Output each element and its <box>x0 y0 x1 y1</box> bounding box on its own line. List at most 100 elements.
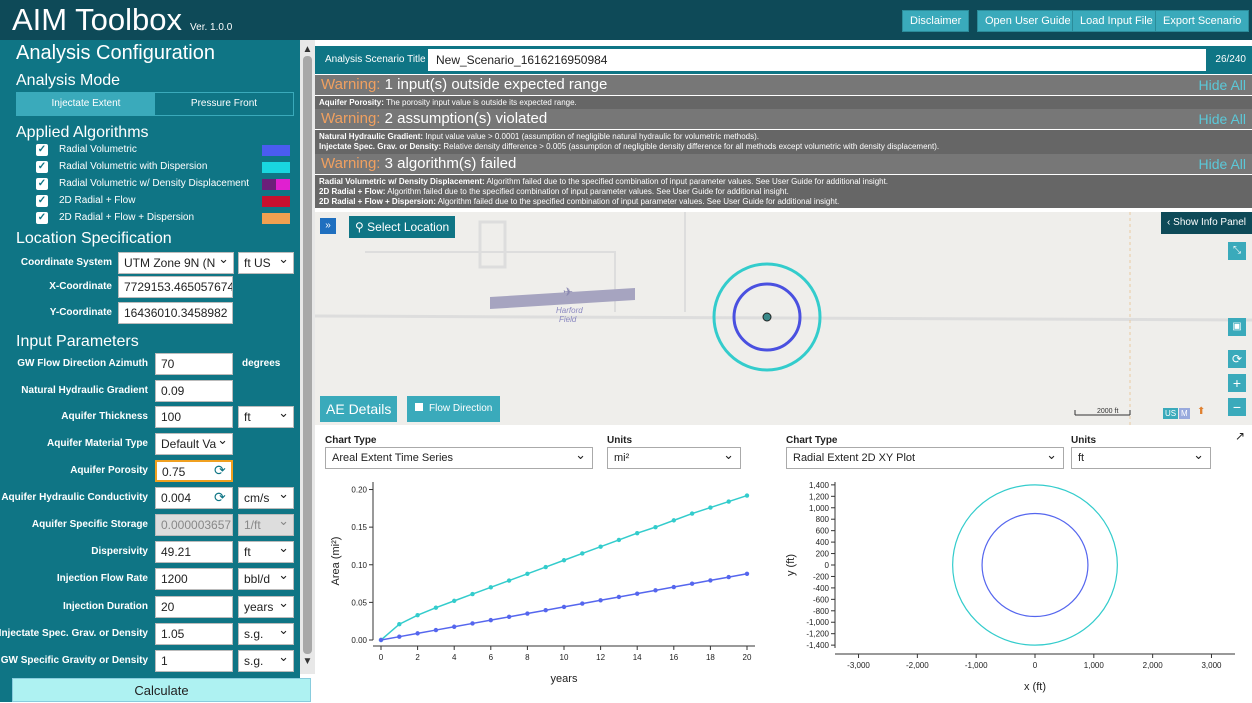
warning-bar: Warning: 3 algorithm(s) failed Hide All <box>315 154 1252 174</box>
map-canvas[interactable]: ✈ Harford Field <box>315 212 1252 425</box>
hide-all-button[interactable]: Hide All <box>1199 154 1246 174</box>
color-swatch[interactable] <box>262 196 290 207</box>
show-info-label: Show Info Panel <box>1173 217 1246 228</box>
y-coordinate-input[interactable]: 16436010.3458982 <box>118 302 233 324</box>
hide-all-button[interactable]: Hide All <box>1199 109 1246 129</box>
unit-m-button[interactable]: M <box>1179 408 1190 419</box>
dispersivity-unit-select[interactable]: ft <box>238 541 294 563</box>
sidebar-scrollbar[interactable]: ▲ ▼ <box>300 40 315 674</box>
checkbox-checked-icon[interactable]: ✓ <box>36 144 48 156</box>
field-label: GW Flow Direction Azimuth <box>17 358 148 369</box>
refresh-icon[interactable]: ⟳ <box>214 462 226 479</box>
algorithm-item[interactable]: ✓ Radial Volumetric <box>36 144 296 158</box>
injectate-density-input[interactable]: 1.05 <box>155 623 233 645</box>
param-row: Natural Hydraulic Gradient 0.09 <box>0 380 300 402</box>
scrollbar-thumb[interactable] <box>303 56 312 654</box>
units-select[interactable]: ft <box>1071 445 1211 469</box>
hide-all-button[interactable]: Hide All <box>1199 75 1246 95</box>
mode-pressure-front[interactable]: Pressure Front <box>155 93 293 115</box>
color-swatch[interactable] <box>262 145 290 156</box>
gw-flow-direction-input[interactable]: 70 <box>155 353 233 375</box>
data-point <box>561 558 567 563</box>
checkbox-checked-icon[interactable]: ✓ <box>36 161 48 173</box>
duration-unit-select[interactable]: years <box>238 596 294 618</box>
calculate-button[interactable]: Calculate <box>12 678 311 702</box>
gw-density-input[interactable]: 1 <box>155 650 233 672</box>
algorithm-item[interactable]: ✓ Radial Volumetric w/ Density Displaceme… <box>36 178 296 192</box>
zoom-out-icon[interactable]: − <box>1228 398 1246 416</box>
x-tick-label: 20 <box>743 653 752 662</box>
data-point <box>397 622 402 627</box>
aquifer-thickness-input[interactable]: 100 <box>155 406 233 428</box>
zoom-in-icon[interactable]: + <box>1228 374 1246 392</box>
field-label: Dispersivity <box>91 546 148 557</box>
injectate-density-unit-select[interactable]: s.g. <box>238 623 294 645</box>
dispersivity-input[interactable]: 49.21 <box>155 541 233 563</box>
coord-unit-select[interactable]: ft US <box>238 252 294 274</box>
specific-storage-input: 0.000003657 <box>155 514 233 536</box>
units-select[interactable]: mi² <box>607 445 741 469</box>
disclaimer-button[interactable]: Disclaimer <box>902 10 970 32</box>
y-coordinate-row: Y-Coordinate 16436010.3458982 <box>0 302 300 324</box>
expand-panel-button[interactable]: » <box>320 218 336 234</box>
y-tick-label: 200 <box>816 550 830 559</box>
algorithm-item[interactable]: ✓ 2D Radial + Flow + Dispersion <box>36 212 296 226</box>
checkbox-checked-icon[interactable]: ✓ <box>36 178 48 190</box>
warning-prefix: Warning: <box>321 155 381 172</box>
thickness-unit-select[interactable]: ft <box>238 406 294 428</box>
compass-icon[interactable]: ⬆ <box>1197 406 1205 417</box>
hydraulic-gradient-input[interactable]: 0.09 <box>155 380 233 402</box>
checkbox-icon[interactable] <box>415 403 423 411</box>
injection-flow-rate-input[interactable]: 1200 <box>155 568 233 590</box>
data-point <box>671 518 676 523</box>
conductivity-unit-select[interactable]: cm/s <box>238 487 294 509</box>
coord-system-select[interactable]: UTM Zone 9N (N <box>118 252 234 274</box>
mode-injectate-extent[interactable]: Injectate Extent <box>17 93 155 115</box>
data-point <box>653 524 658 530</box>
x-coordinate-input[interactable]: 7729153.465057674 <box>118 276 233 298</box>
show-info-panel-button[interactable]: ‹ Show Info Panel <box>1161 212 1252 234</box>
flow-direction-toggle[interactable]: Flow Direction <box>407 396 501 422</box>
y-tick-label: -800 <box>813 607 830 616</box>
scenario-title-input[interactable]: New_Scenario_1616216950984 <box>428 49 1206 71</box>
injection-duration-input[interactable]: 20 <box>155 596 233 618</box>
param-row: Injectate Spec. Grav. or Density 1.05 s.g. <box>0 623 300 645</box>
refresh-icon[interactable]: ⟳ <box>214 489 226 506</box>
gw-density-unit-select[interactable]: s.g. <box>238 650 294 672</box>
chart-type-select[interactable]: Areal Extent Time Series <box>325 445 593 469</box>
data-point <box>397 634 402 639</box>
flow-rate-unit-select[interactable]: bbl/d <box>238 568 294 590</box>
color-swatch[interactable] <box>262 162 290 173</box>
export-scenario-button[interactable]: Export Scenario <box>1155 10 1250 32</box>
select-location-button[interactable]: ⚲ Select Location <box>349 216 456 238</box>
ae-details-button[interactable]: AE Details <box>320 396 398 422</box>
color-swatch[interactable] <box>262 213 290 224</box>
y-axis-label: Area (mi²) <box>330 537 342 586</box>
reset-view-icon[interactable]: ⟳ <box>1228 350 1246 368</box>
color-swatch[interactable] <box>262 179 290 190</box>
basemap-icon[interactable]: ▣ <box>1228 318 1246 336</box>
chart-type-select[interactable]: Radial Extent 2D XY Plot <box>786 445 1064 469</box>
expand-chart-icon[interactable]: ↗ <box>1235 429 1245 443</box>
unit-us-button[interactable]: US <box>1163 408 1179 419</box>
collapse-icon[interactable]: ⤡ <box>1228 242 1246 260</box>
warning-detail-key: Aquifer Porosity: <box>319 98 384 107</box>
data-point <box>378 637 384 643</box>
load-input-file-button[interactable]: Load Input File <box>1072 10 1161 32</box>
data-point <box>744 493 750 498</box>
open-user-guide-button[interactable]: Open User Guide <box>977 10 1079 32</box>
data-point <box>616 594 622 600</box>
algorithm-item[interactable]: ✓ Radial Volumetric with Dispersion <box>36 161 296 175</box>
map-view[interactable]: ✈ Harford Field » ⚲ Select Location ‹ Sh… <box>315 212 1252 425</box>
scroll-up-icon[interactable]: ▲ <box>300 44 315 55</box>
scroll-down-icon[interactable]: ▼ <box>300 656 315 667</box>
x-tick-label: -1,000 <box>965 661 988 670</box>
algorithm-item[interactable]: ✓ 2D Radial + Flow <box>36 195 296 209</box>
field-label: Aquifer Material Type <box>47 438 148 449</box>
field-label: Injection Duration <box>63 601 148 612</box>
y-tick-label: 0 <box>825 561 830 570</box>
material-type-select[interactable]: Default Va <box>155 433 233 455</box>
checkbox-checked-icon[interactable]: ✓ <box>36 195 48 207</box>
x-coordinate-row: X-Coordinate 7729153.465057674 <box>0 276 300 298</box>
checkbox-checked-icon[interactable]: ✓ <box>36 212 48 224</box>
